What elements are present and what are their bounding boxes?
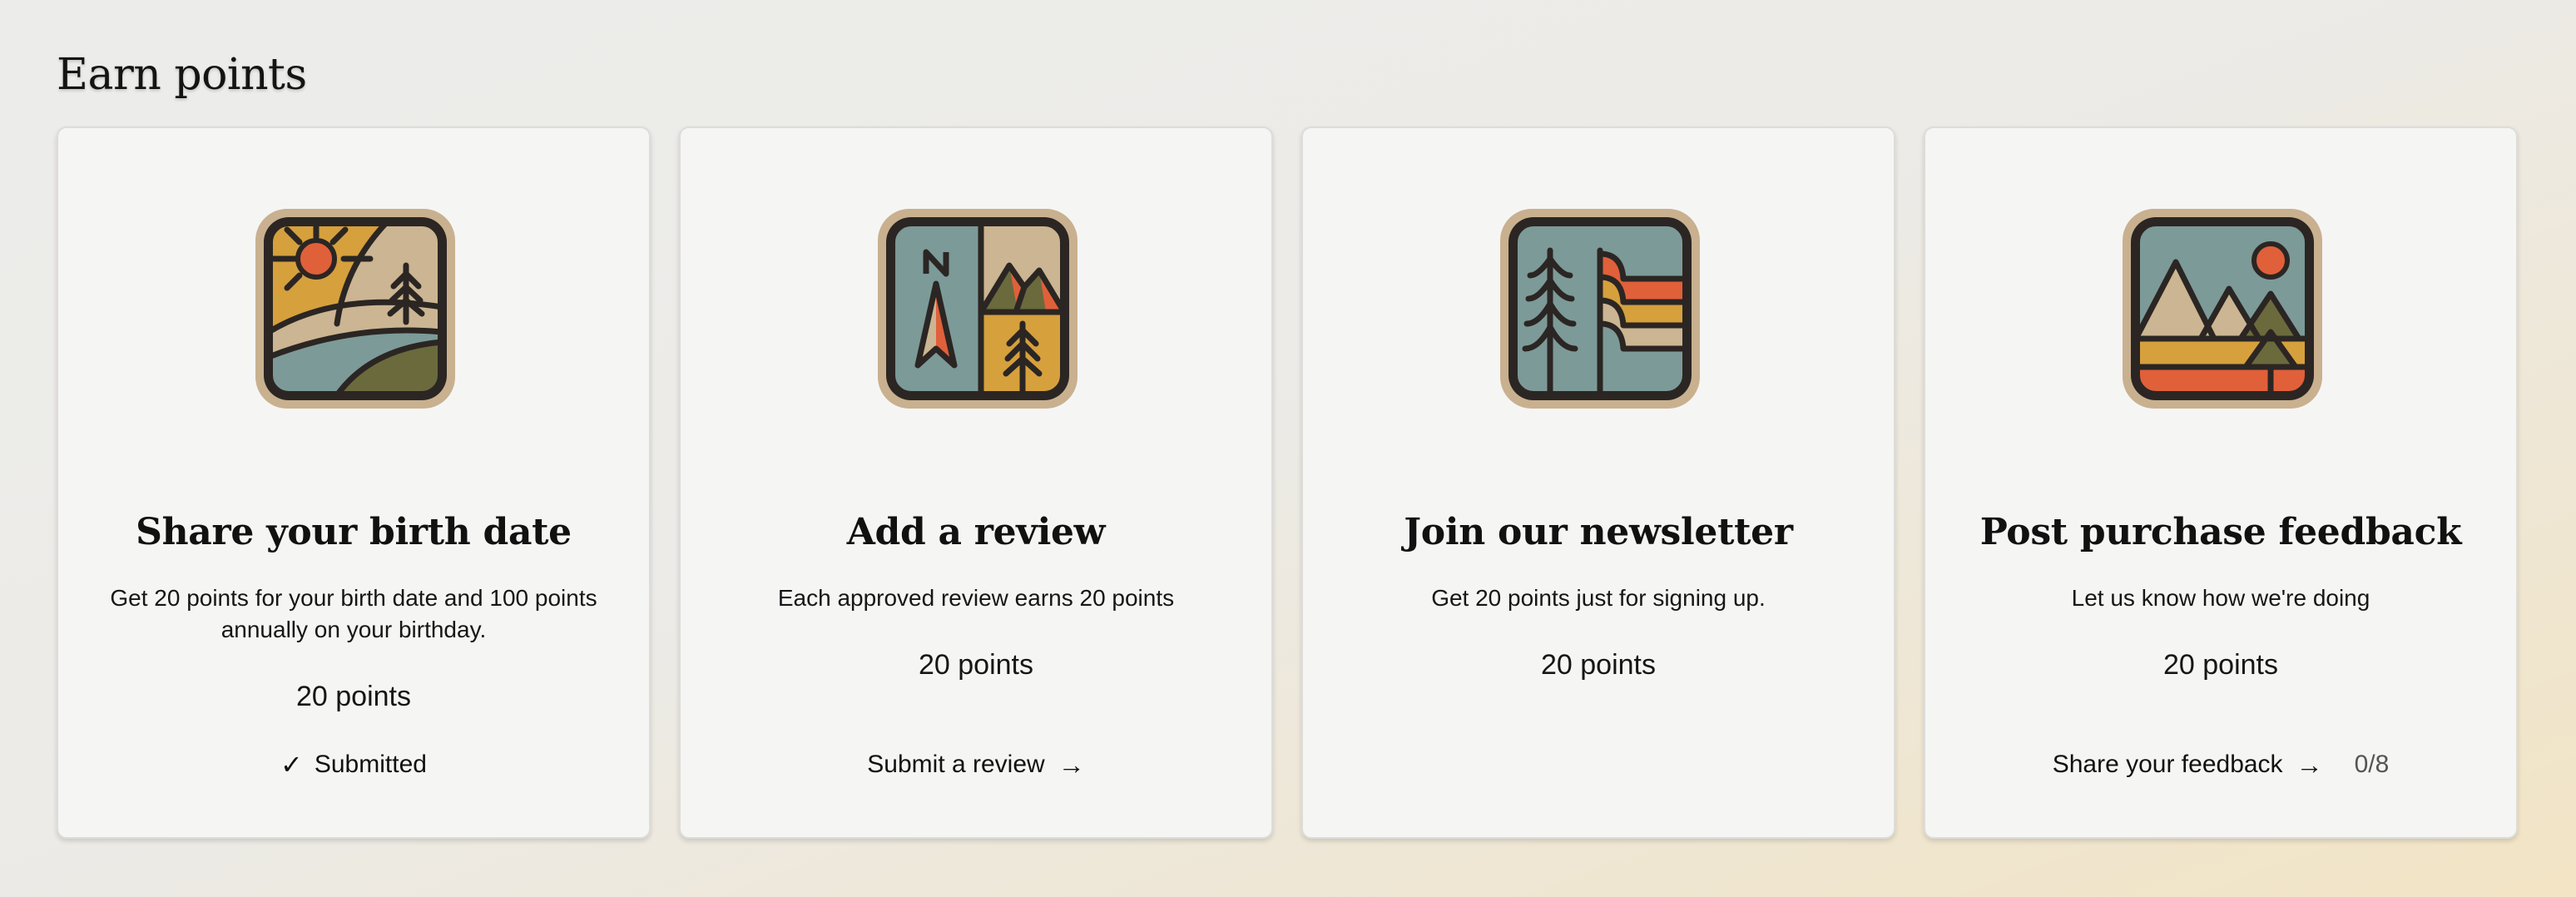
submitted-status: ✓ Submitted [58, 751, 649, 779]
earn-points-cards: Share your birth date Get 20 points for … [57, 126, 2518, 839]
card-points: 20 points [296, 681, 411, 712]
arrow-right-icon: → [2296, 750, 2323, 780]
mountain-sunset-icon [2121, 207, 2324, 410]
section-title: Earn points [57, 50, 307, 100]
card-points: 20 points [1541, 649, 1656, 681]
arrow-right-icon: → [1058, 750, 1085, 780]
tree-flag-icon [1499, 207, 1702, 410]
card-title: Share your birth date [136, 511, 572, 553]
card-newsletter: Join our newsletter Get 20 points just f… [1301, 126, 1895, 839]
card-title: Join our newsletter [1404, 511, 1793, 553]
card-birth-date: Share your birth date Get 20 points for … [57, 126, 651, 839]
compass-mountain-icon [876, 207, 1079, 410]
card-post-purchase-feedback: Post purchase feedback Let us know how w… [1924, 126, 2518, 839]
feedback-counter: 0/8 [2354, 751, 2390, 778]
card-title: Post purchase feedback [1979, 511, 2462, 553]
share-feedback-link[interactable]: Share your feedback → [2053, 751, 2323, 779]
card-points: 20 points [919, 649, 1033, 681]
share-feedback-label: Share your feedback [2052, 751, 2283, 778]
card-description: Get 20 points for your birth date and 10… [110, 585, 597, 642]
card-title: Add a review [846, 511, 1106, 553]
card-description: Get 20 points just for signing up. [1431, 585, 1766, 611]
card-action: Submit a review → [681, 751, 1271, 779]
card-description: Each approved review earns 20 points [777, 585, 1175, 611]
card-description: Let us know how we're doing [2071, 585, 2370, 611]
submit-review-label: Submit a review [867, 751, 1045, 778]
submit-review-link[interactable]: Submit a review → [867, 751, 1084, 779]
card-add-review: Add a review Each approved review earns … [679, 126, 1273, 839]
submitted-label: Submitted [314, 751, 427, 778]
landscape-sun-icon [254, 207, 457, 410]
card-points: 20 points [2163, 649, 2278, 681]
card-action: Share your feedback → 0/8 [1925, 751, 2516, 779]
checkmark-icon: ✓ [280, 750, 303, 780]
